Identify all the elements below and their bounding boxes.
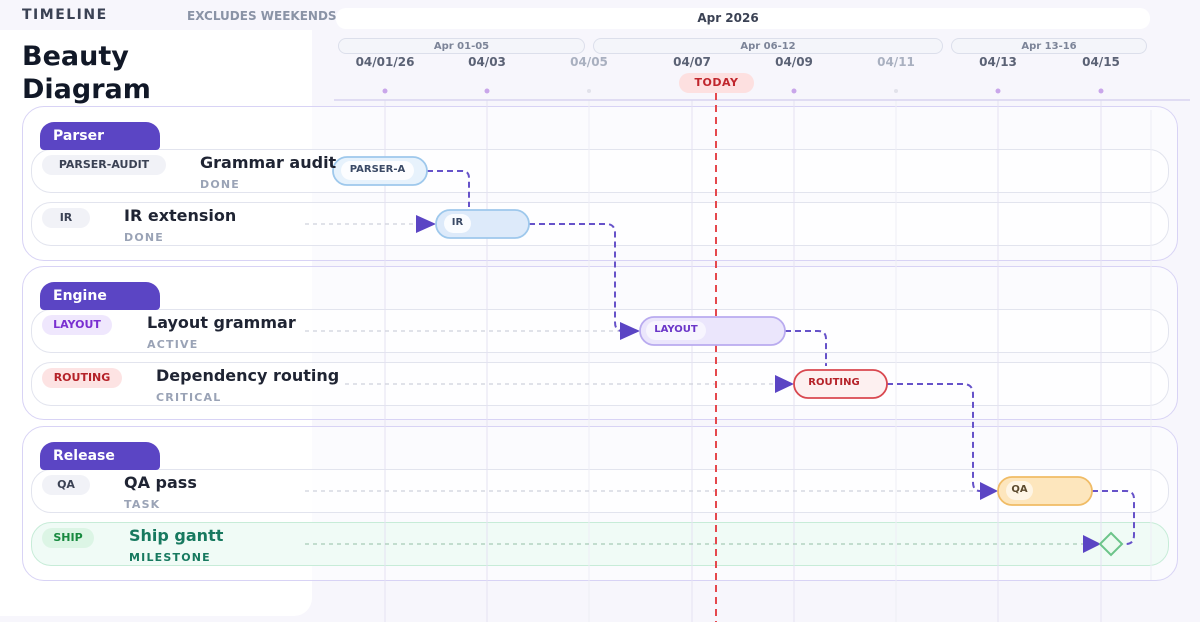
task-status: ACTIVE bbox=[147, 338, 199, 351]
task-status: TASK bbox=[124, 498, 161, 511]
bar-label: IR bbox=[451, 217, 464, 228]
bar-label: ROUTING bbox=[808, 377, 860, 388]
guide-lines bbox=[305, 223, 980, 492]
bar-label: QA bbox=[1011, 484, 1028, 495]
bar-label: PARSER-A bbox=[349, 164, 406, 175]
task-status: MILESTONE bbox=[129, 551, 211, 564]
task-id-chip: ROUTING bbox=[42, 368, 122, 388]
today-marker: TODAY bbox=[679, 73, 754, 93]
group-tag-release[interactable]: Release bbox=[40, 442, 160, 470]
task-name: Grammar audit bbox=[200, 153, 337, 172]
group-tag-engine[interactable]: Engine bbox=[40, 282, 160, 310]
task-name: QA pass bbox=[124, 473, 197, 492]
task-id-chip: SHIP bbox=[42, 528, 94, 548]
task-name: IR extension bbox=[124, 206, 237, 225]
task-status: CRITICAL bbox=[156, 391, 222, 404]
task-id-chip: QA bbox=[42, 475, 90, 495]
task-id-chip: IR bbox=[42, 208, 90, 228]
task-status: DONE bbox=[124, 231, 165, 244]
milestone-diamond bbox=[1098, 531, 1124, 557]
task-id-chip: LAYOUT bbox=[42, 315, 112, 335]
task-name: Layout grammar bbox=[147, 313, 296, 332]
group-tag-parser[interactable]: Parser bbox=[40, 122, 160, 150]
task-id-chip: PARSER-AUDIT bbox=[42, 155, 166, 175]
task-name: Dependency routing bbox=[156, 366, 340, 385]
task-status: DONE bbox=[200, 178, 241, 191]
bar-label: LAYOUT bbox=[654, 324, 698, 335]
task-name: Ship gantt bbox=[129, 526, 224, 545]
